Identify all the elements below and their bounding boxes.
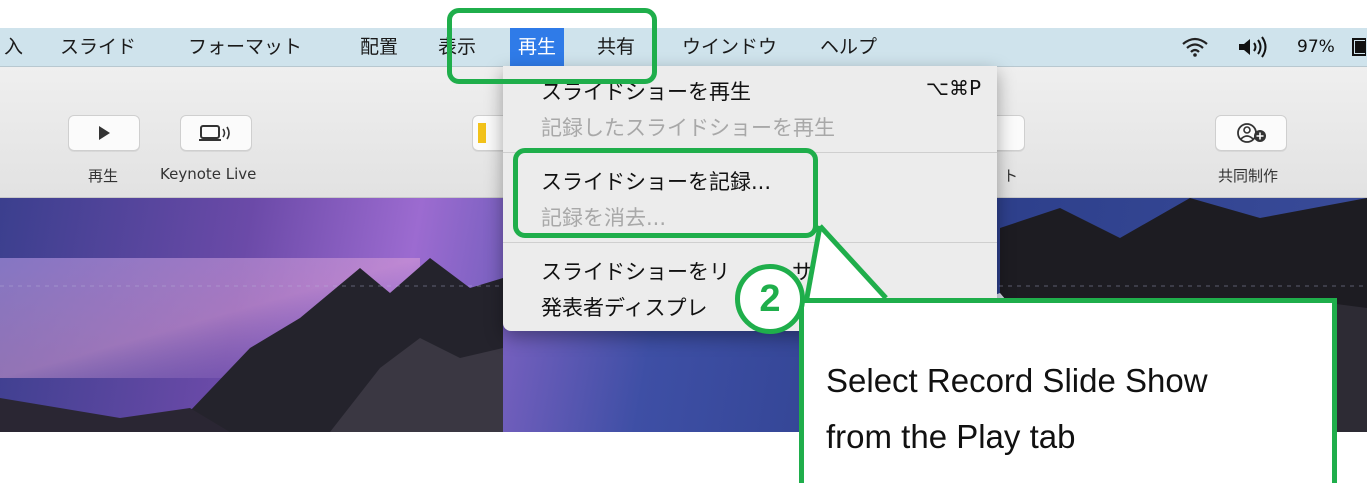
menu-window[interactable]: ウインドウ [682,28,777,66]
callout-text: Select Record Slide Show from the Play t… [826,353,1306,465]
play-label: 再生 [88,167,119,185]
step-number-badge: 2 [735,264,805,334]
keynote-live-icon [199,125,230,141]
volume-icon[interactable] [1237,28,1277,66]
rehearse-label-visible: スライドショーをリ [541,260,730,284]
menu-arrange[interactable]: 配置 [360,28,398,66]
play-slideshow-shortcut: ⌥⌘P [925,76,981,100]
play-menu-highlight [447,8,657,84]
wifi-icon[interactable] [1180,28,1210,66]
play-icon [99,126,110,140]
menu-item-presenter-display[interactable]: 発表者ディスプレ [541,292,708,322]
collaborate-button[interactable] [1215,115,1287,151]
menu-bar: 入 スライド フォーマット 配置 表示 再生 共有 ウインドウ ヘルプ 97% [0,28,1367,67]
record-slideshow-highlight [513,148,818,238]
menu-separator [503,242,997,243]
menu-slide[interactable]: スライド [60,28,136,66]
battery-icon[interactable] [1352,28,1367,66]
keynote-live-label: Keynote Live [160,165,257,183]
instruction-callout: Select Record Slide Show from the Play t… [799,298,1337,483]
callout-line-1: Select Record Slide Show [826,362,1208,399]
table-icon [478,123,486,143]
menu-insert-partial[interactable]: 入 [4,28,23,66]
toolbar-label-partial: ト [1003,167,1019,185]
menu-item-play-recorded-slideshow[interactable]: 記録したスライドショーを再生 [541,112,835,142]
keynote-live-button[interactable] [180,115,252,151]
callout-line-2: from the Play tab [826,418,1076,455]
battery-percentage: 97% [1297,37,1335,57]
collaborate-label: 共同制作 [1218,167,1279,185]
menu-help[interactable]: ヘルプ [820,28,877,66]
collaborate-icon [1237,123,1266,143]
play-button[interactable] [68,115,140,151]
menu-format[interactable]: フォーマット [188,28,302,66]
